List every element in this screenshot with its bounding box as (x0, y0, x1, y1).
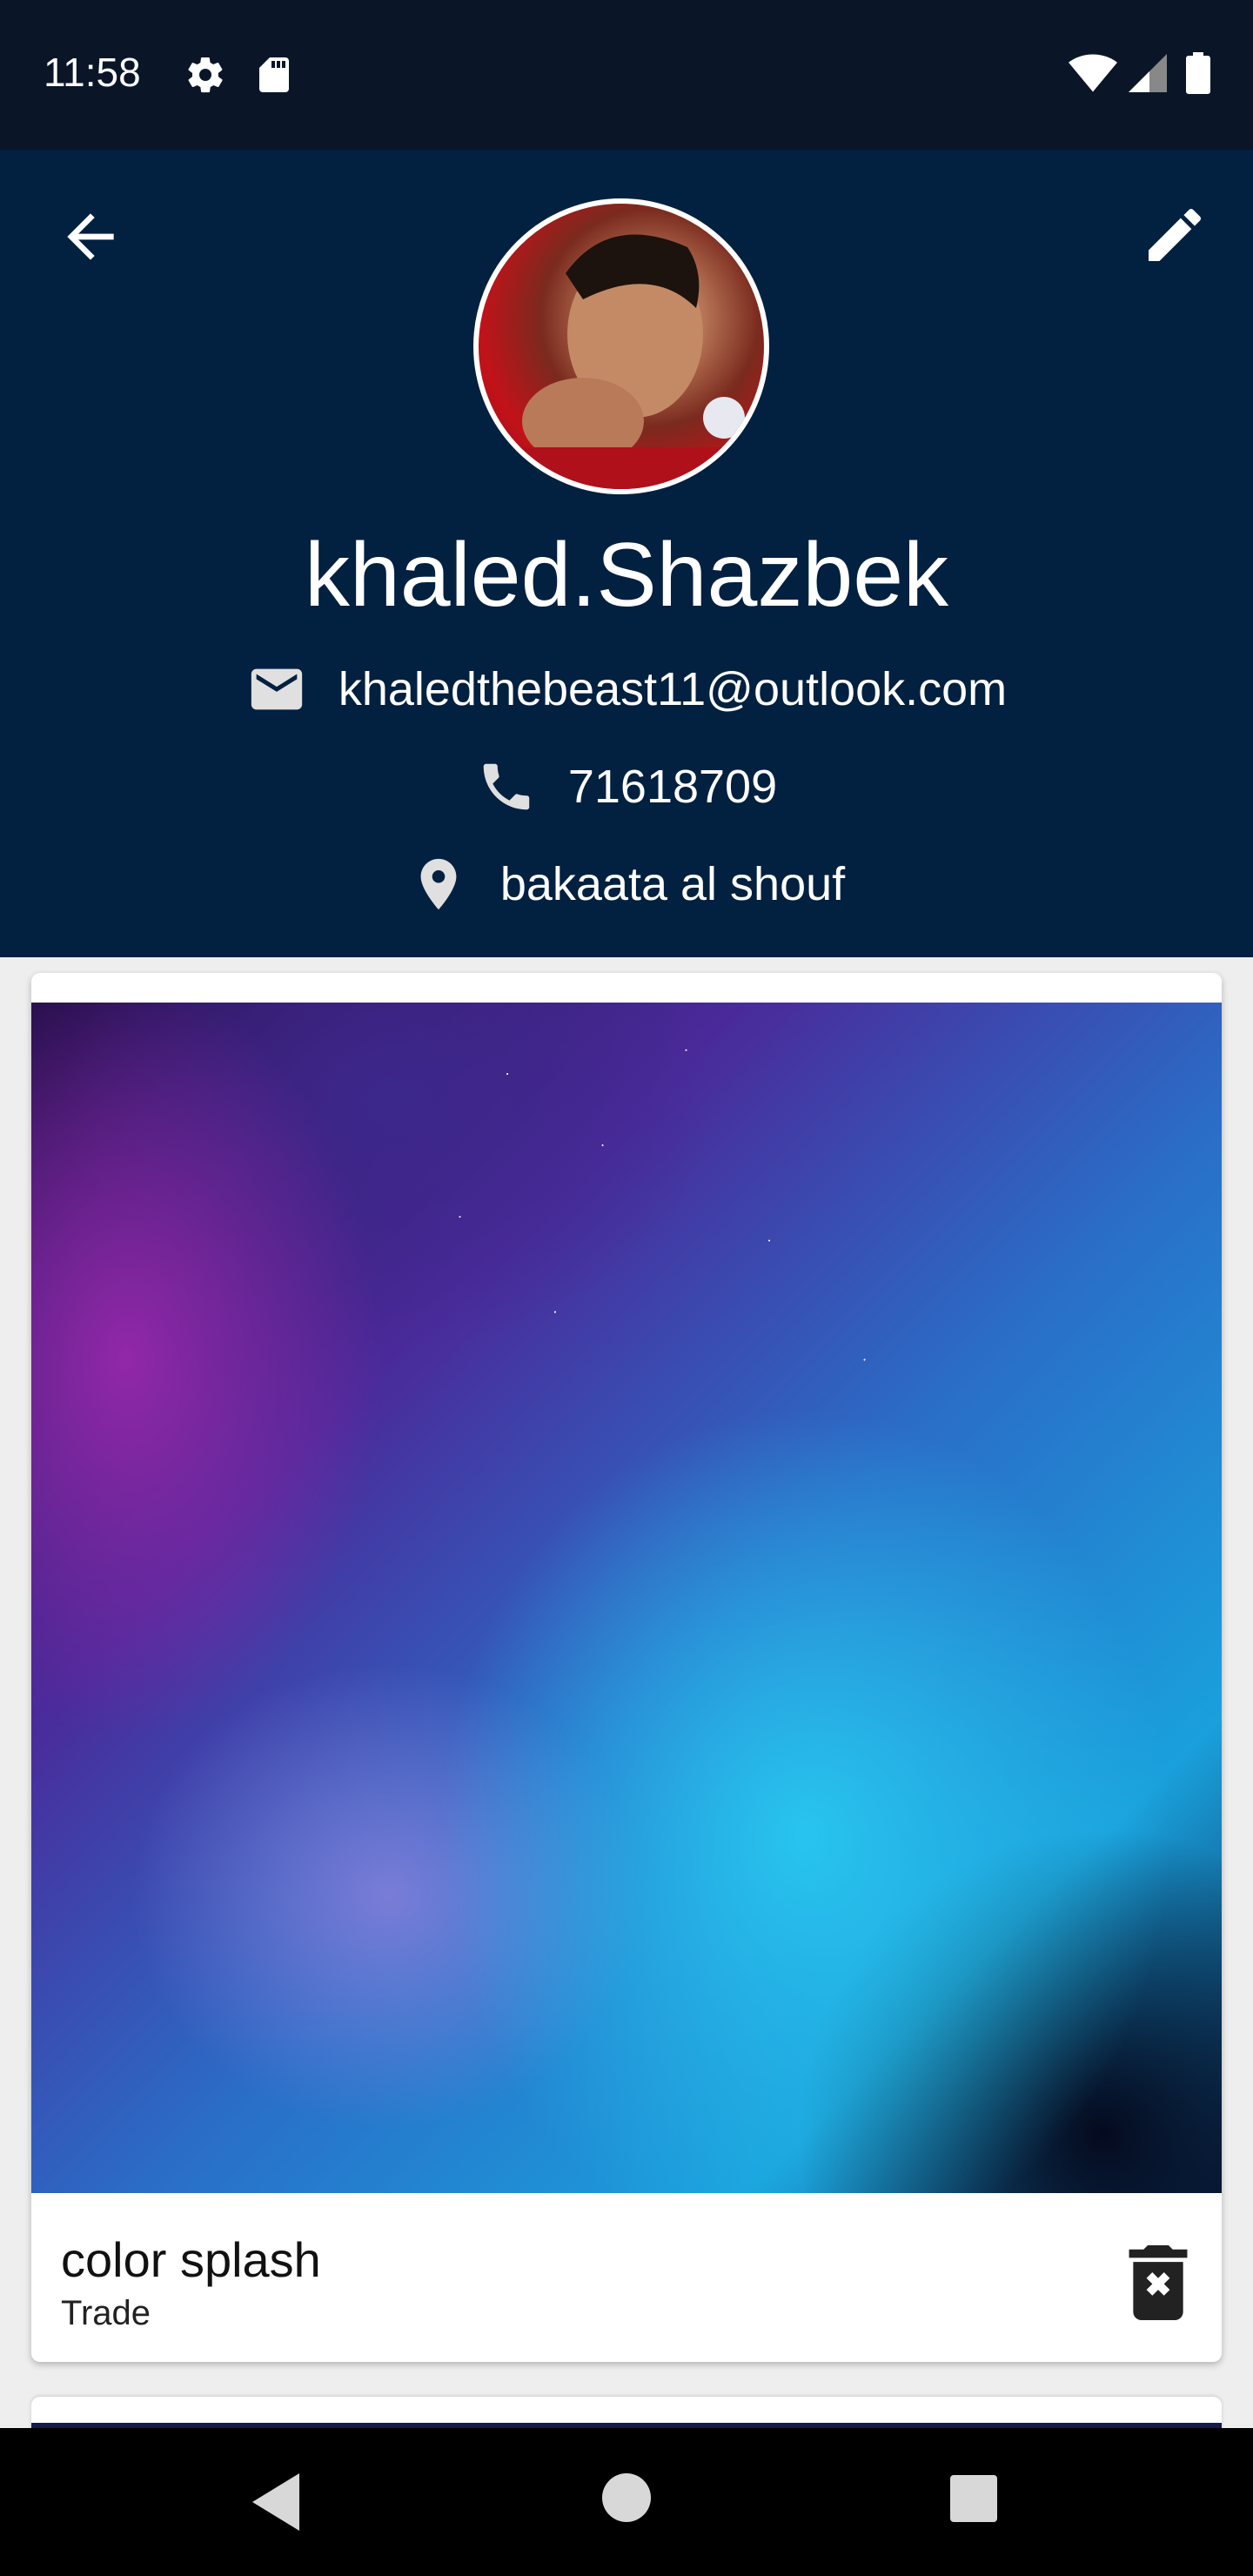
square-recents-icon (950, 2475, 997, 2522)
email-text[interactable]: khaledthebeast11@outlook.com (338, 662, 1007, 716)
nav-home-button[interactable] (602, 2473, 651, 2526)
wifi-icon (1069, 54, 1117, 97)
navigation-bar (0, 2428, 1253, 2576)
email-row: khaledthebeast11@outlook.com (0, 654, 1253, 724)
phone-icon (483, 763, 530, 810)
item-card[interactable]: color splash Trade (31, 973, 1222, 2362)
avatar-photo (479, 234, 764, 489)
delete-icon (1129, 2245, 1188, 2320)
signal-icon (1128, 54, 1168, 97)
username: khaled.Shazbek (304, 525, 949, 626)
location-row: bakaata al shouf (0, 849, 1253, 919)
circle-home-icon (602, 2473, 651, 2522)
nav-recents-button[interactable] (950, 2475, 997, 2526)
arrow-back-icon (67, 213, 114, 260)
profile-header: khaled.Shazbek khaledthebeast11@outlook.… (0, 150, 1253, 957)
triangle-back-icon (252, 2473, 299, 2531)
status-time: 11:58 (44, 50, 141, 95)
back-button[interactable] (56, 202, 125, 272)
sd-card-icon (254, 54, 292, 100)
item-image[interactable] (31, 1003, 1222, 2193)
location-text: bakaata al shouf (499, 858, 846, 910)
item-subtitle: Trade (61, 2294, 151, 2332)
gear-icon (184, 54, 226, 100)
email-icon (251, 668, 302, 710)
location-pin-icon (420, 858, 457, 910)
pencil-icon (1149, 208, 1202, 261)
nav-back-button[interactable] (252, 2473, 305, 2535)
phone-row: 71618709 (0, 752, 1253, 822)
avatar[interactable] (473, 198, 769, 494)
phone-text[interactable]: 71618709 (568, 760, 777, 814)
delete-button[interactable] (1128, 2245, 1189, 2320)
status-bar: 11:58 (0, 0, 1253, 150)
item-title: color splash (61, 2232, 321, 2287)
edit-button[interactable] (1140, 200, 1209, 270)
battery-icon (1185, 52, 1211, 98)
